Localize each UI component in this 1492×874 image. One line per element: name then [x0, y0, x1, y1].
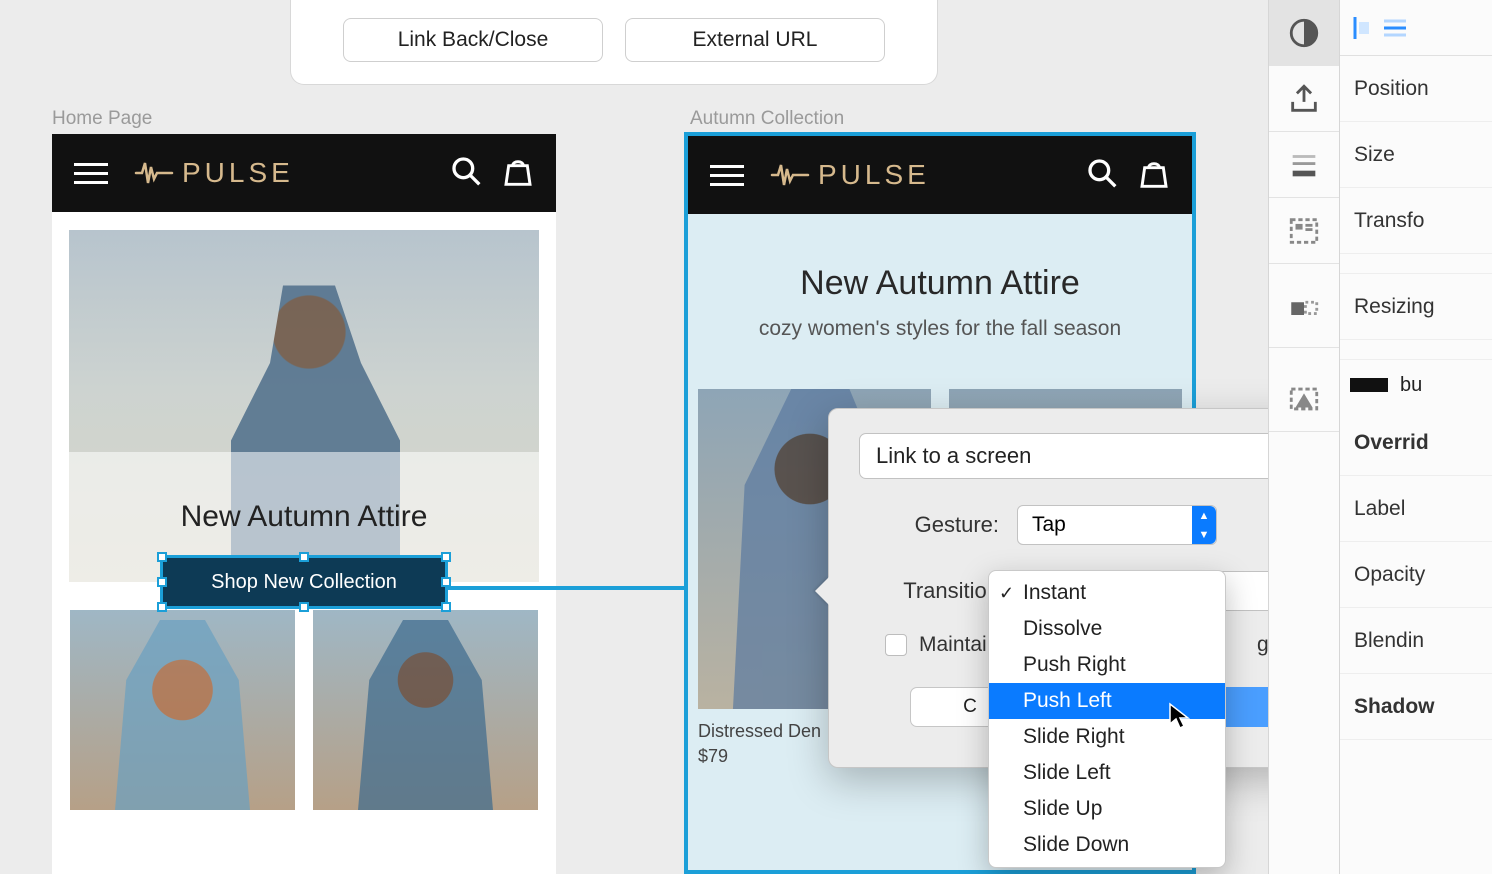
thumbnail-1[interactable]	[70, 610, 295, 810]
tool-stack-icon[interactable]	[1269, 132, 1339, 198]
prop-shadow[interactable]: Shadow	[1340, 674, 1492, 740]
gesture-value: Tap	[1032, 513, 1066, 537]
hero-title: New Autumn Attire	[181, 500, 428, 534]
top-action-bar: Link Back/Close External URL	[290, 0, 938, 85]
autumn-title: New Autumn Attire	[708, 264, 1172, 303]
tool-layout-icon[interactable]	[1269, 198, 1339, 264]
align-tools	[1340, 0, 1492, 56]
app-header: PULSE	[52, 134, 556, 212]
artboard-label-autumn[interactable]: Autumn Collection	[690, 108, 844, 130]
link-back-close-button[interactable]: Link Back/Close	[343, 18, 603, 62]
tool-tint-icon[interactable]	[1269, 366, 1339, 432]
hamburger-icon[interactable]	[710, 165, 744, 186]
tool-resize-icon[interactable]	[1269, 282, 1339, 348]
artboard-home[interactable]: PULSE New Autumn Attire	[52, 134, 556, 874]
transition-option[interactable]: Instant	[989, 575, 1225, 611]
align-distribute-icon[interactable]	[1382, 18, 1408, 38]
autumn-hero-text: New Autumn Attire cozy women's styles fo…	[688, 214, 1192, 371]
prop-position[interactable]: Position	[1340, 56, 1492, 122]
external-url-button[interactable]: External URL	[625, 18, 885, 62]
thumbnail-row	[52, 582, 556, 810]
align-left-icon[interactable]	[1352, 15, 1372, 41]
brand-text: PULSE	[818, 159, 930, 191]
brand-logo: PULSE	[770, 159, 930, 191]
brand-logo: PULSE	[134, 157, 294, 189]
brand-text: PULSE	[182, 157, 294, 189]
prop-opacity[interactable]: Opacity	[1340, 542, 1492, 608]
layer-swatch	[1350, 378, 1388, 392]
mouse-cursor-icon	[1168, 702, 1190, 730]
hero-image: New Autumn Attire	[69, 230, 539, 582]
prop-overrides[interactable]: Overrid	[1340, 410, 1492, 476]
transition-option[interactable]: Dissolve	[989, 611, 1225, 647]
maintain-checkbox[interactable]	[885, 634, 907, 656]
link-to-screen-label: Link to a screen	[876, 443, 1031, 469]
select-stepper[interactable]: ▲▼	[1192, 506, 1216, 544]
prop-resizing[interactable]: Resizing	[1340, 274, 1492, 340]
gesture-label: Gesture:	[859, 512, 999, 538]
gesture-select[interactable]: Tap ▲▼	[1017, 505, 1217, 545]
transition-option[interactable]: Slide Left	[989, 755, 1225, 791]
transition-dropdown: InstantDissolvePush RightPush LeftSlide …	[988, 570, 1226, 868]
thumbnail-2[interactable]	[313, 610, 538, 810]
link-to-screen-select[interactable]: Link to a screen ▲▼	[859, 433, 1327, 479]
maintain-label: Maintain	[919, 633, 998, 657]
layer-row[interactable]: bu	[1340, 360, 1492, 410]
app-header: PULSE	[688, 136, 1192, 214]
tool-export-icon[interactable]	[1269, 66, 1339, 132]
right-tool-strip	[1268, 0, 1340, 874]
prop-label[interactable]: Label	[1340, 476, 1492, 542]
prop-blending[interactable]: Blendin	[1340, 608, 1492, 674]
bag-icon[interactable]	[1138, 157, 1170, 194]
artboard-label-home[interactable]: Home Page	[52, 108, 152, 130]
shop-collection-button-selection[interactable]: Shop New Collection	[160, 555, 448, 609]
search-icon[interactable]	[1086, 157, 1118, 194]
prop-size[interactable]: Size	[1340, 122, 1492, 188]
transition-option[interactable]: Push Right	[989, 647, 1225, 683]
tool-symbol-icon[interactable]	[1269, 0, 1339, 66]
transition-label: Transition	[859, 578, 999, 604]
properties-panel: Position Size Transfo Resizing bu Overri…	[1340, 0, 1492, 874]
layer-name: bu	[1400, 374, 1422, 397]
hamburger-icon[interactable]	[74, 163, 108, 184]
autumn-subtitle: cozy women's styles for the fall season	[708, 317, 1172, 341]
transition-option[interactable]: Slide Up	[989, 791, 1225, 827]
transition-option[interactable]: Slide Down	[989, 827, 1225, 863]
prop-transform[interactable]: Transfo	[1340, 188, 1492, 254]
search-icon[interactable]	[450, 155, 482, 192]
shop-collection-button[interactable]: Shop New Collection	[163, 558, 445, 606]
bag-icon[interactable]	[502, 155, 534, 192]
